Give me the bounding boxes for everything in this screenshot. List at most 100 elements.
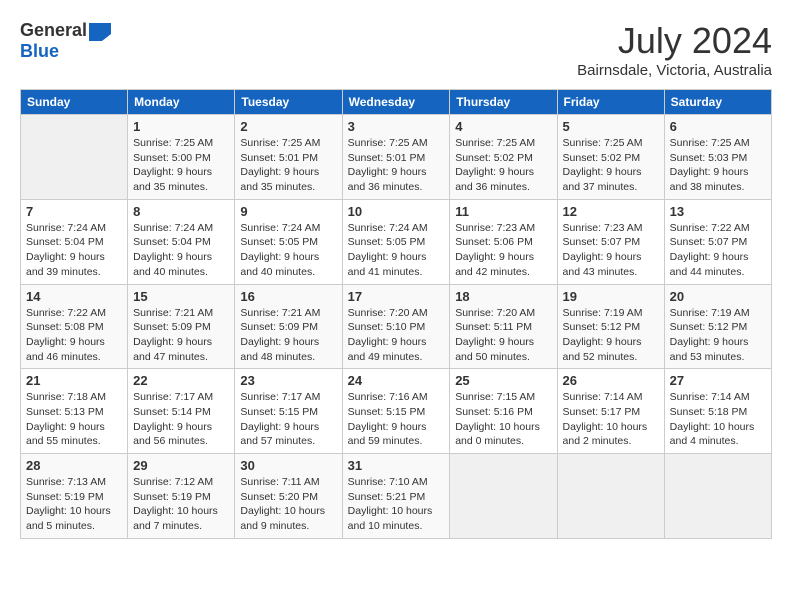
table-row: 1 Sunrise: 7:25 AM Sunset: 5:00 PM Dayli… [128, 115, 235, 200]
page-header: General Blue July 2024 Bairnsdale, Victo… [20, 20, 772, 79]
daylight-text: Daylight: 10 hours and 2 minutes. [563, 421, 648, 448]
sunrise-text: Sunrise: 7:14 AM [563, 391, 643, 403]
sunrise-text: Sunrise: 7:20 AM [348, 307, 428, 319]
day-info: Sunrise: 7:23 AM Sunset: 5:07 PM Dayligh… [563, 221, 659, 280]
day-info: Sunrise: 7:14 AM Sunset: 5:17 PM Dayligh… [563, 390, 659, 449]
day-info: Sunrise: 7:24 AM Sunset: 5:05 PM Dayligh… [348, 221, 445, 280]
sunset-text: Sunset: 5:15 PM [240, 406, 318, 418]
daylight-text: Daylight: 9 hours and 50 minutes. [455, 336, 534, 363]
daylight-text: Daylight: 9 hours and 55 minutes. [26, 421, 105, 448]
sunset-text: Sunset: 5:16 PM [455, 406, 533, 418]
table-row: 12 Sunrise: 7:23 AM Sunset: 5:07 PM Dayl… [557, 199, 664, 284]
table-row: 4 Sunrise: 7:25 AM Sunset: 5:02 PM Dayli… [450, 115, 557, 200]
table-row: 13 Sunrise: 7:22 AM Sunset: 5:07 PM Dayl… [664, 199, 771, 284]
sunset-text: Sunset: 5:17 PM [563, 406, 641, 418]
table-row: 22 Sunrise: 7:17 AM Sunset: 5:14 PM Dayl… [128, 369, 235, 454]
sunset-text: Sunset: 5:07 PM [670, 236, 748, 248]
day-number: 2 [240, 119, 336, 134]
sunrise-text: Sunrise: 7:21 AM [133, 307, 213, 319]
daylight-text: Daylight: 9 hours and 39 minutes. [26, 251, 105, 278]
daylight-text: Daylight: 9 hours and 40 minutes. [133, 251, 212, 278]
daylight-text: Daylight: 9 hours and 57 minutes. [240, 421, 319, 448]
table-row [664, 454, 771, 539]
daylight-text: Daylight: 9 hours and 38 minutes. [670, 166, 749, 193]
daylight-text: Daylight: 9 hours and 40 minutes. [240, 251, 319, 278]
sunset-text: Sunset: 5:12 PM [670, 321, 748, 333]
sunrise-text: Sunrise: 7:24 AM [348, 222, 428, 234]
table-row: 16 Sunrise: 7:21 AM Sunset: 5:09 PM Dayl… [235, 284, 342, 369]
table-row: 26 Sunrise: 7:14 AM Sunset: 5:17 PM Dayl… [557, 369, 664, 454]
daylight-text: Daylight: 10 hours and 4 minutes. [670, 421, 755, 448]
day-info: Sunrise: 7:24 AM Sunset: 5:04 PM Dayligh… [133, 221, 229, 280]
sunset-text: Sunset: 5:04 PM [133, 236, 211, 248]
daylight-text: Daylight: 9 hours and 53 minutes. [670, 336, 749, 363]
sunrise-text: Sunrise: 7:25 AM [240, 137, 320, 149]
table-row: 2 Sunrise: 7:25 AM Sunset: 5:01 PM Dayli… [235, 115, 342, 200]
daylight-text: Daylight: 9 hours and 41 minutes. [348, 251, 427, 278]
day-number: 31 [348, 458, 445, 473]
sunset-text: Sunset: 5:06 PM [455, 236, 533, 248]
day-number: 19 [563, 289, 659, 304]
day-number: 28 [26, 458, 122, 473]
logo-general-text: General [20, 20, 87, 41]
sunrise-text: Sunrise: 7:17 AM [133, 391, 213, 403]
day-number: 14 [26, 289, 122, 304]
table-row: 23 Sunrise: 7:17 AM Sunset: 5:15 PM Dayl… [235, 369, 342, 454]
sunrise-text: Sunrise: 7:25 AM [348, 137, 428, 149]
sunset-text: Sunset: 5:09 PM [240, 321, 318, 333]
table-row: 7 Sunrise: 7:24 AM Sunset: 5:04 PM Dayli… [21, 199, 128, 284]
header-tuesday: Tuesday [235, 90, 342, 115]
sunrise-text: Sunrise: 7:22 AM [670, 222, 750, 234]
daylight-text: Daylight: 9 hours and 47 minutes. [133, 336, 212, 363]
sunrise-text: Sunrise: 7:18 AM [26, 391, 106, 403]
calendar-table: Sunday Monday Tuesday Wednesday Thursday… [20, 89, 772, 539]
table-row: 6 Sunrise: 7:25 AM Sunset: 5:03 PM Dayli… [664, 115, 771, 200]
calendar-week-row: 21 Sunrise: 7:18 AM Sunset: 5:13 PM Dayl… [21, 369, 772, 454]
daylight-text: Daylight: 10 hours and 5 minutes. [26, 505, 111, 532]
sunrise-text: Sunrise: 7:19 AM [670, 307, 750, 319]
day-info: Sunrise: 7:20 AM Sunset: 5:11 PM Dayligh… [455, 306, 551, 365]
table-row: 14 Sunrise: 7:22 AM Sunset: 5:08 PM Dayl… [21, 284, 128, 369]
daylight-text: Daylight: 9 hours and 52 minutes. [563, 336, 642, 363]
day-number: 29 [133, 458, 229, 473]
day-info: Sunrise: 7:14 AM Sunset: 5:18 PM Dayligh… [670, 390, 766, 449]
day-number: 25 [455, 373, 551, 388]
sunrise-text: Sunrise: 7:17 AM [240, 391, 320, 403]
day-number: 7 [26, 204, 122, 219]
sunrise-text: Sunrise: 7:21 AM [240, 307, 320, 319]
sunset-text: Sunset: 5:05 PM [240, 236, 318, 248]
table-row: 9 Sunrise: 7:24 AM Sunset: 5:05 PM Dayli… [235, 199, 342, 284]
day-info: Sunrise: 7:19 AM Sunset: 5:12 PM Dayligh… [563, 306, 659, 365]
daylight-text: Daylight: 9 hours and 56 minutes. [133, 421, 212, 448]
sunrise-text: Sunrise: 7:14 AM [670, 391, 750, 403]
day-info: Sunrise: 7:16 AM Sunset: 5:15 PM Dayligh… [348, 390, 445, 449]
sunrise-text: Sunrise: 7:23 AM [563, 222, 643, 234]
sunrise-text: Sunrise: 7:22 AM [26, 307, 106, 319]
sunset-text: Sunset: 5:10 PM [348, 321, 426, 333]
table-row: 3 Sunrise: 7:25 AM Sunset: 5:01 PM Dayli… [342, 115, 450, 200]
day-number: 20 [670, 289, 766, 304]
daylight-text: Daylight: 9 hours and 48 minutes. [240, 336, 319, 363]
day-number: 30 [240, 458, 336, 473]
day-info: Sunrise: 7:25 AM Sunset: 5:03 PM Dayligh… [670, 136, 766, 195]
calendar-week-row: 28 Sunrise: 7:13 AM Sunset: 5:19 PM Dayl… [21, 454, 772, 539]
sunset-text: Sunset: 5:20 PM [240, 491, 318, 503]
sunrise-text: Sunrise: 7:10 AM [348, 476, 428, 488]
sunset-text: Sunset: 5:18 PM [670, 406, 748, 418]
sunset-text: Sunset: 5:12 PM [563, 321, 641, 333]
daylight-text: Daylight: 9 hours and 43 minutes. [563, 251, 642, 278]
daylight-text: Daylight: 9 hours and 36 minutes. [455, 166, 534, 193]
day-info: Sunrise: 7:10 AM Sunset: 5:21 PM Dayligh… [348, 475, 445, 534]
sunrise-text: Sunrise: 7:24 AM [240, 222, 320, 234]
table-row: 21 Sunrise: 7:18 AM Sunset: 5:13 PM Dayl… [21, 369, 128, 454]
sunrise-text: Sunrise: 7:13 AM [26, 476, 106, 488]
daylight-text: Daylight: 9 hours and 35 minutes. [240, 166, 319, 193]
sunrise-text: Sunrise: 7:20 AM [455, 307, 535, 319]
sunset-text: Sunset: 5:19 PM [133, 491, 211, 503]
day-info: Sunrise: 7:23 AM Sunset: 5:06 PM Dayligh… [455, 221, 551, 280]
day-info: Sunrise: 7:13 AM Sunset: 5:19 PM Dayligh… [26, 475, 122, 534]
day-info: Sunrise: 7:17 AM Sunset: 5:14 PM Dayligh… [133, 390, 229, 449]
header-wednesday: Wednesday [342, 90, 450, 115]
sunset-text: Sunset: 5:08 PM [26, 321, 104, 333]
day-info: Sunrise: 7:22 AM Sunset: 5:07 PM Dayligh… [670, 221, 766, 280]
